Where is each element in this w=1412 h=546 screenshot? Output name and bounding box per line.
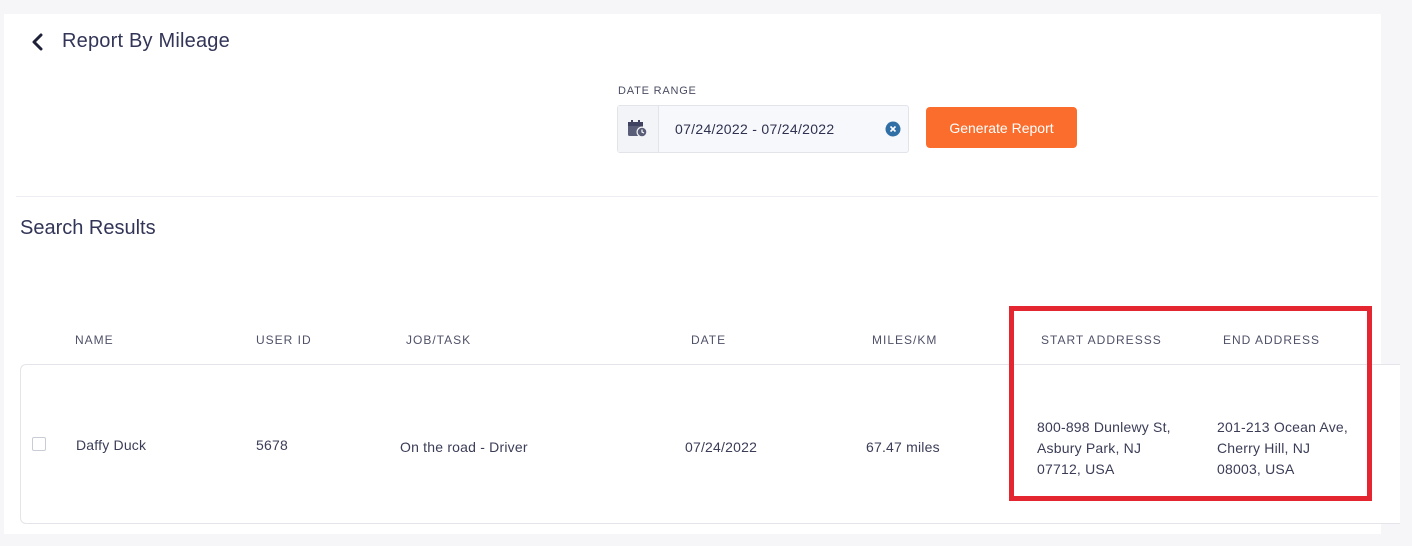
cell-name: Daffy Duck bbox=[76, 437, 147, 453]
chevron-left-icon[interactable] bbox=[28, 31, 46, 53]
date-range-label: DATE RANGE bbox=[618, 85, 697, 97]
start-address-line: Asbury Park, NJ bbox=[1037, 440, 1142, 456]
calendar-clock-icon[interactable] bbox=[618, 106, 659, 152]
page-title: Report By Mileage bbox=[62, 30, 230, 52]
clear-x-icon[interactable] bbox=[878, 106, 908, 152]
cell-job-task: On the road - Driver bbox=[400, 439, 528, 455]
cell-start-address: 800-898 Dunlewy St, Asbury Park, NJ 0771… bbox=[1037, 417, 1171, 480]
column-header-name[interactable]: NAME bbox=[75, 333, 114, 347]
column-header-end-address[interactable]: END ADDRESS bbox=[1223, 333, 1320, 347]
date-range-field[interactable]: 07/24/2022 - 07/24/2022 bbox=[617, 105, 909, 153]
column-header-job-task[interactable]: JOB/TASK bbox=[406, 333, 471, 347]
end-address-line: 201-213 Ocean Ave, bbox=[1217, 419, 1348, 435]
search-results-title: Search Results bbox=[20, 217, 156, 239]
column-header-user-id[interactable]: USER ID bbox=[256, 333, 312, 347]
header: Report By Mileage bbox=[28, 30, 230, 53]
section-divider bbox=[16, 196, 1378, 197]
cell-miles: 67.47 miles bbox=[866, 439, 940, 455]
cell-end-address: 201-213 Ocean Ave, Cherry Hill, NJ 08003… bbox=[1217, 417, 1348, 480]
row-checkbox[interactable] bbox=[32, 437, 46, 451]
column-header-date[interactable]: DATE bbox=[691, 333, 726, 347]
end-address-line: 08003, USA bbox=[1217, 461, 1295, 477]
cell-user-id: 5678 bbox=[256, 437, 288, 453]
cell-date: 07/24/2022 bbox=[685, 439, 758, 455]
column-header-miles[interactable]: MILES/KM bbox=[872, 333, 937, 347]
generate-report-button[interactable]: Generate Report bbox=[926, 107, 1077, 148]
start-address-line: 07712, USA bbox=[1037, 461, 1115, 477]
date-range-input[interactable]: 07/24/2022 - 07/24/2022 bbox=[659, 106, 878, 152]
start-address-line: 800-898 Dunlewy St, bbox=[1037, 419, 1171, 435]
column-header-start-address[interactable]: START ADDRESSS bbox=[1041, 333, 1162, 347]
end-address-line: Cherry Hill, NJ bbox=[1217, 440, 1311, 456]
